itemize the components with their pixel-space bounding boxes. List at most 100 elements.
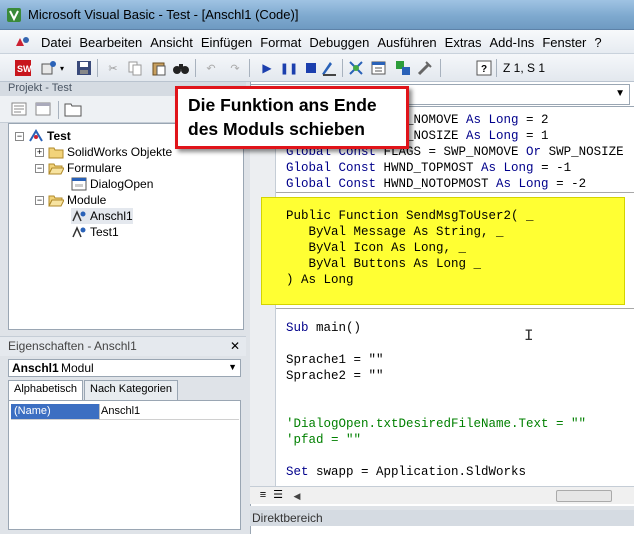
- properties-panel-header: Eigenschaften - Anschl1 ✕: [0, 336, 246, 356]
- tree-label-module: Test1: [90, 225, 119, 239]
- callout-line-1: Die Funktion ans Ende: [188, 95, 377, 115]
- collapse-icon[interactable]: −: [15, 131, 24, 141]
- folder-open-icon: [48, 163, 64, 175]
- code-line[interactable]: Global Const HWND_NOTOPMOST As Long = -2: [286, 176, 586, 192]
- text-cursor-icon: I: [524, 327, 534, 345]
- tab-nach-kategorien[interactable]: Nach Kategorien: [84, 380, 178, 400]
- code-comment-line[interactable]: 'DialogOpen.txtDesiredFileName.Text = "": [286, 416, 586, 432]
- paste-icon[interactable]: [150, 59, 168, 77]
- scroll-thumb[interactable]: [556, 490, 612, 502]
- cursor-position: Z 1, S 1: [503, 61, 546, 75]
- tree-node-formulare[interactable]: − Formulare: [35, 160, 122, 176]
- insert-module-icon[interactable]: [40, 59, 58, 77]
- code-line[interactable]: Public Function SendMsgToUser2( _: [286, 208, 534, 224]
- code-line[interactable]: Sprache2 = "": [286, 368, 384, 384]
- tree-label-root: Test: [47, 129, 71, 143]
- scroll-left-icon[interactable]: ◀: [290, 489, 304, 503]
- userform-icon: [71, 177, 87, 191]
- tree-label-form: DialogOpen: [90, 177, 154, 191]
- immediate-window[interactable]: [250, 526, 634, 534]
- pause-icon[interactable]: ❚❚: [280, 59, 298, 77]
- dropdown-arrow-icon[interactable]: ▾: [58, 59, 66, 77]
- menu-add-ins[interactable]: Add-Ins: [487, 35, 540, 50]
- menu-extras[interactable]: Extras: [442, 35, 487, 50]
- collapse-icon[interactable]: −: [35, 163, 44, 173]
- cut-icon[interactable]: ✂: [104, 59, 122, 77]
- code-comment-line[interactable]: 'pfad = "": [286, 432, 361, 448]
- tree-node-solidworks-objekte[interactable]: + SolidWorks Objekte: [35, 144, 172, 160]
- toolbar-separator: [58, 101, 59, 119]
- menu-debuggen[interactable]: Debuggen: [306, 35, 374, 50]
- undo-icon[interactable]: ↶: [202, 59, 220, 77]
- menu-ausfuehren[interactable]: Ausführen: [374, 35, 441, 50]
- properties-panel-title: Eigenschaften - Anschl1: [8, 339, 137, 353]
- procedure-view-icon[interactable]: ≡: [256, 488, 270, 503]
- tree-node-test1[interactable]: Test1: [71, 224, 119, 240]
- code-line[interactable]: Global Const HWND_TOPMOST As Long = -1: [286, 160, 571, 176]
- menu-bar: Datei Bearbeiten Ansicht Einfügen Format…: [0, 30, 634, 54]
- project-panel-title: Projekt - Test: [8, 82, 72, 94]
- code-line[interactable]: ByVal Message As String, _: [286, 224, 504, 240]
- code-line[interactable]: ByVal Buttons As Long _: [286, 256, 482, 272]
- menu-format[interactable]: Format: [257, 35, 306, 50]
- menu-ansicht[interactable]: Ansicht: [147, 35, 198, 50]
- tree-node-module[interactable]: − Module: [35, 192, 106, 208]
- code-line[interactable]: ) As Long: [286, 272, 354, 288]
- menu-help[interactable]: ?: [591, 35, 606, 50]
- code-line[interactable]: Sub main(): [286, 320, 361, 336]
- chevron-down-icon[interactable]: ▼: [228, 362, 237, 372]
- selected-object-type: Modul: [61, 361, 94, 375]
- tree-label-folder: SolidWorks Objekte: [67, 145, 173, 159]
- vba-project-icon: [29, 129, 43, 142]
- project-explorer-icon[interactable]: [347, 59, 365, 77]
- menu-einfuegen[interactable]: Einfügen: [198, 35, 257, 50]
- stop-icon[interactable]: [302, 59, 320, 77]
- chevron-down-icon[interactable]: ▼: [615, 88, 625, 99]
- tree-label-folder: Formulare: [67, 161, 122, 175]
- collapse-icon[interactable]: −: [35, 195, 44, 205]
- properties-window-icon[interactable]: [370, 59, 388, 77]
- property-value[interactable]: Anschl1: [101, 404, 140, 419]
- solidworks-icon[interactable]: SW: [14, 59, 32, 77]
- object-selector[interactable]: Anschl1 Modul ▼: [8, 359, 241, 377]
- tree-label-folder: Module: [67, 193, 107, 207]
- folder-open-icon: [48, 195, 64, 207]
- redo-icon[interactable]: ↷: [226, 59, 244, 77]
- run-icon[interactable]: ▶: [258, 59, 276, 77]
- toggle-folders-icon[interactable]: [64, 100, 82, 118]
- code-line[interactable]: Sprache1 = "": [286, 352, 384, 368]
- properties-grid: (Name) Anschl1: [8, 400, 241, 530]
- save-icon[interactable]: [75, 59, 93, 77]
- expand-icon[interactable]: +: [35, 147, 44, 157]
- module-icon: [72, 210, 86, 222]
- tree-node-dialogopen[interactable]: DialogOpen: [71, 176, 153, 192]
- help-icon[interactable]: ?: [475, 59, 493, 77]
- view-code-icon[interactable]: [10, 100, 28, 118]
- close-icon[interactable]: ✕: [228, 340, 242, 354]
- visual-basic-app-icon[interactable]: [6, 7, 22, 23]
- code-line[interactable]: Set swapp = Application.SldWorks: [286, 464, 526, 480]
- toolbar-separator: [97, 59, 98, 77]
- toolbox-icon[interactable]: [416, 59, 434, 77]
- tree-node-anschl1[interactable]: Anschl1: [71, 208, 133, 224]
- find-icon[interactable]: [172, 59, 190, 77]
- full-module-view-icon[interactable]: ☰: [271, 488, 285, 503]
- module-icon[interactable]: [14, 34, 32, 50]
- code-line[interactable]: ByVal Icon As Long, _: [286, 240, 467, 256]
- menu-bearbeiten[interactable]: Bearbeiten: [76, 35, 147, 50]
- object-browser-icon[interactable]: [394, 59, 412, 77]
- design-mode-icon[interactable]: [320, 59, 338, 77]
- horizontal-scrollbar[interactable]: ≡ ☰ ◀: [250, 486, 634, 504]
- toolbar-separator: [440, 59, 441, 77]
- grid-divider: [99, 404, 100, 420]
- property-name: (Name): [11, 404, 99, 419]
- view-object-icon[interactable]: [34, 100, 52, 118]
- property-row[interactable]: (Name) Anschl1: [11, 404, 239, 420]
- tab-alphabetisch[interactable]: Alphabetisch: [8, 380, 83, 401]
- toolbar-separator: [249, 59, 250, 77]
- copy-icon[interactable]: [126, 59, 144, 77]
- module-icon: [72, 226, 86, 238]
- menu-datei[interactable]: Datei: [38, 35, 76, 50]
- tree-node-test[interactable]: − Test: [15, 128, 71, 144]
- menu-fenster[interactable]: Fenster: [539, 35, 591, 50]
